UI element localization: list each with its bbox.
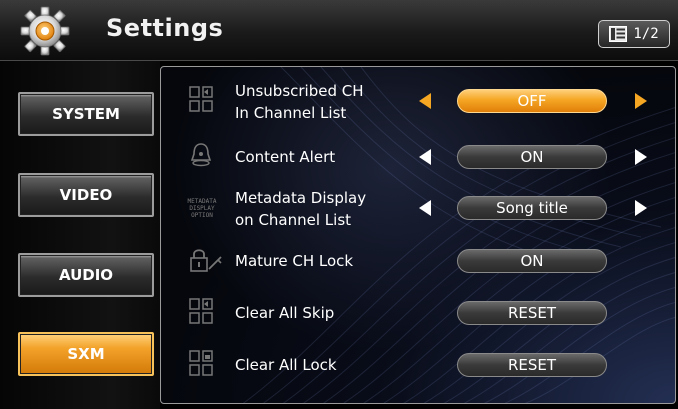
decrement-arrow[interactable] [419,149,431,165]
sidebar-item-label: SYSTEM [52,105,120,123]
lock-grid-icon [189,350,213,376]
channel-list-icon [189,86,213,112]
setting-label: Metadata Display on Channel List [235,189,367,229]
gear-icon [20,6,70,56]
mature-ch-lock-value[interactable]: ON [457,249,607,273]
sidebar: SYSTEM VIDEO AUDIO SXM [0,61,160,409]
unsubscribed-ch-value[interactable]: OFF [457,89,607,113]
increment-arrow[interactable] [635,149,647,165]
sidebar-item-label: SXM [67,345,105,363]
sidebar-item-sxm[interactable]: SXM [18,332,154,376]
sidebar-item-label: AUDIO [58,266,114,284]
settings-panel: Unsubscribed CH In Channel List OFF Cont… [160,66,676,404]
lock-key-icon [190,249,222,272]
setting-label: Clear All Skip [235,304,335,322]
setting-row-unsubscribed-ch: Unsubscribed CH In Channel List OFF [161,77,675,125]
clear-all-lock-button[interactable]: RESET [457,353,607,377]
header-bar: Settings 1/2 [0,0,678,61]
sidebar-item-label: VIDEO [59,186,113,204]
setting-row-clear-all-lock: Clear All Lock RESET [161,341,675,389]
page-indicator-button[interactable]: 1/2 [598,20,670,48]
setting-row-metadata-display: METADATA DISPLAY OPTION Metadata Display… [161,184,675,232]
metadata-icon: METADATA DISPLAY OPTION [187,198,217,219]
metadata-display-value[interactable]: Song title [457,196,607,220]
content-alert-value[interactable]: ON [457,145,607,169]
setting-row-clear-all-skip: Clear All Skip RESET [161,289,675,337]
alert-bell-icon [190,143,212,167]
decrement-arrow[interactable] [419,200,431,216]
setting-row-content-alert: Content Alert ON [161,133,675,181]
setting-label: Clear All Lock [235,356,337,374]
increment-arrow[interactable] [635,93,647,109]
sidebar-item-system[interactable]: SYSTEM [18,92,154,136]
page-title: Settings [106,14,224,42]
page-list-icon [609,26,628,42]
page-indicator-text: 1/2 [633,26,659,42]
skip-grid-icon [189,298,213,324]
increment-arrow[interactable] [635,200,647,216]
setting-row-mature-ch-lock: Mature CH Lock ON [161,237,675,285]
clear-all-skip-button[interactable]: RESET [457,301,607,325]
setting-label: Mature CH Lock [235,252,354,270]
decrement-arrow[interactable] [419,93,431,109]
setting-label: Content Alert [235,148,336,166]
setting-label: Unsubscribed CH In Channel List [235,82,364,122]
sidebar-item-video[interactable]: VIDEO [18,173,154,217]
sidebar-item-audio[interactable]: AUDIO [18,253,154,297]
